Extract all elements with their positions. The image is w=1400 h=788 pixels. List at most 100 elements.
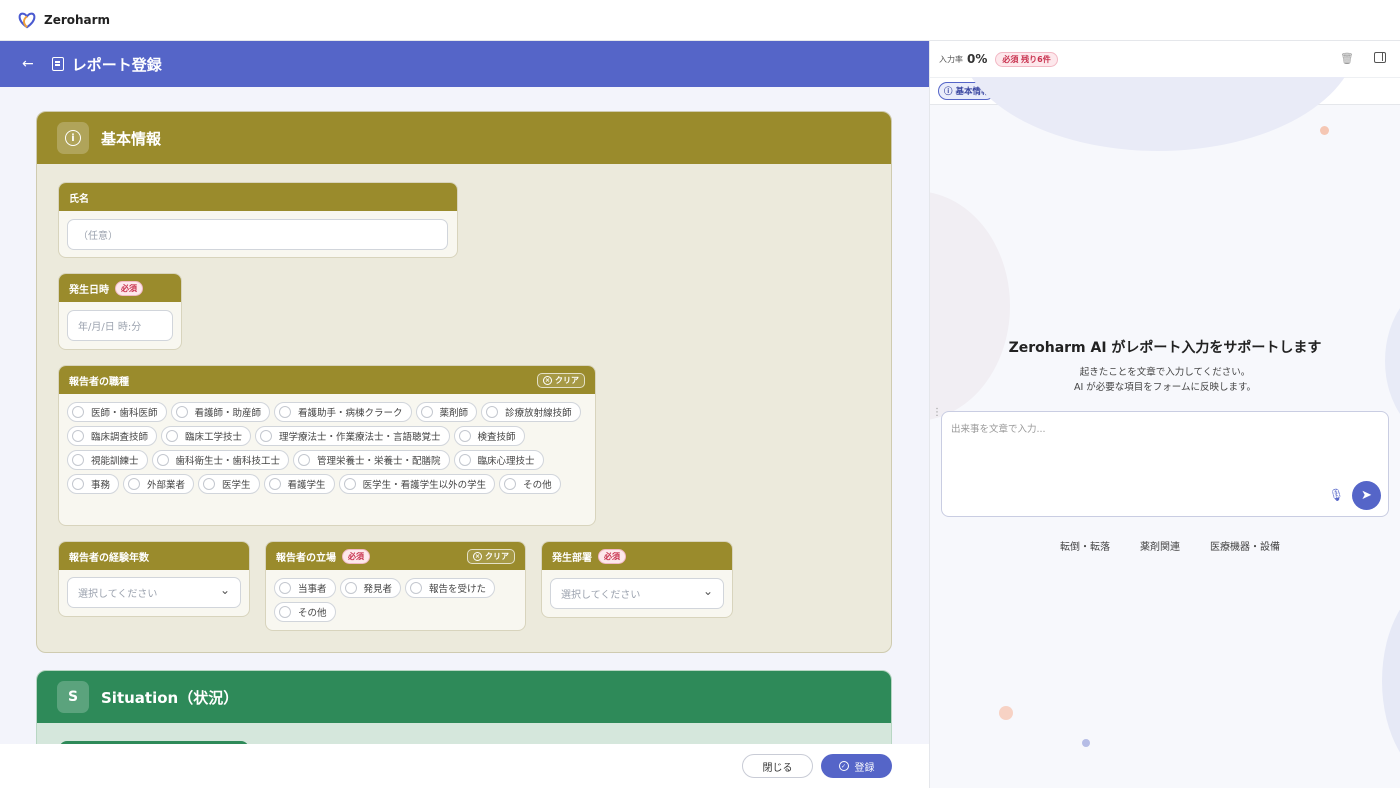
job-options: 医師・歯科医師 看護師・助産師 看護助手・病棟クラーク 薬剤師 診療放射線技師臨床調査技… <box>67 402 587 494</box>
job-option[interactable]: 臨床工学技士 <box>161 426 252 446</box>
job-option[interactable]: 管理栄養士・栄養士・配膳院 <box>293 450 450 470</box>
radio-icon <box>420 406 433 418</box>
assistant-headline: Zeroharm AI がレポート入力をサポートします <box>1008 340 1322 356</box>
required-badge: 必須 <box>342 548 370 564</box>
job-option[interactable]: 看護師・助産師 <box>170 402 271 422</box>
radio-icon <box>298 454 311 466</box>
incident-text-input[interactable]: 出来事を文章で入力... 🎙 ➤ <box>941 411 1389 517</box>
job-option[interactable]: 臨床心理技士 <box>453 450 544 470</box>
radio-icon <box>458 454 471 466</box>
job-option[interactable]: その他 <box>499 474 561 494</box>
radio-icon <box>486 406 499 418</box>
radio-icon <box>279 606 291 618</box>
bg-dot <box>999 706 1013 720</box>
required-badge: 必須 <box>598 548 626 564</box>
section-basic-title: 基本情報 <box>101 129 162 148</box>
section-basic-header[interactable]: i 基本情報 <box>37 112 891 164</box>
experience-select[interactable]: 選択してください <box>67 577 241 608</box>
radio-icon <box>72 406 84 418</box>
send-button[interactable]: ➤ <box>1352 481 1381 510</box>
radio-icon <box>260 430 273 442</box>
position-options: 当事者 発見者 報告を受けたその他 <box>274 578 517 622</box>
position-option[interactable]: 当事者 <box>274 578 336 598</box>
report-form-pane: ← レポート登録 i 基本情報 氏名 （任意） 発生日時 必須 年/月/日 時:… <box>0 41 929 788</box>
position-clear-button[interactable]: × クリア <box>467 549 515 564</box>
radio-icon <box>203 478 216 490</box>
clipboard-icon <box>51 57 64 71</box>
ai-assistant-pane: 入力率 0% 必須 残り6件 🗑 ⓘ 基本情報›S 状況›B 背景›A 評価›R… <box>929 41 1400 788</box>
radio-icon <box>268 478 281 490</box>
datetime-input[interactable]: 年/月/日 時:分 <box>67 310 173 341</box>
field-job-label: 報告者の職種 × クリア <box>59 366 595 394</box>
department-select[interactable]: 選択してください <box>550 578 724 609</box>
progress-label: 入力率 <box>939 54 963 64</box>
suggestion-chips: 転倒・転落 薬剤関連 医療機器・設備 <box>930 538 1400 553</box>
app-name: Zeroharm <box>44 13 111 27</box>
job-option[interactable]: 外部業者 <box>123 474 195 494</box>
field-experience-label: 報告者の経験年数 <box>59 542 249 570</box>
radio-icon <box>128 478 141 490</box>
radio-icon <box>72 454 84 466</box>
job-clear-button[interactable]: × クリア <box>537 373 585 388</box>
assistant-subtitle-2: AI が必要な項目をフォームに反映します。 <box>1073 382 1257 393</box>
job-option[interactable]: 検査技師 <box>453 426 525 446</box>
assistant-subtitle-1: 起きたことを文章で入力してください。 <box>1079 367 1251 378</box>
bg-dot <box>1082 739 1090 747</box>
field-name-label: 氏名 <box>59 183 457 211</box>
job-option[interactable]: 歯科衛生士・歯科技工士 <box>151 450 290 470</box>
radio-icon <box>344 582 357 594</box>
radio-icon <box>72 430 84 442</box>
job-option[interactable]: 理学療法士・作業療法士・言語聴覚士 <box>255 426 450 446</box>
job-option[interactable]: 視能訓練士 <box>67 450 148 470</box>
name-input[interactable]: （任意） <box>67 219 448 250</box>
clear-icon: × <box>473 552 482 561</box>
suggestion-chip[interactable]: 医療機器・設備 <box>1210 538 1280 553</box>
zeroharm-logo-icon <box>18 12 36 29</box>
position-option[interactable]: 発見者 <box>339 578 402 598</box>
page-header: ← レポート登録 <box>0 41 929 87</box>
position-option[interactable]: その他 <box>274 602 336 622</box>
field-datetime: 発生日時 必須 年/月/日 時:分 <box>58 273 182 350</box>
job-option[interactable]: 看護学生 <box>263 474 335 494</box>
panel-toggle-icon[interactable] <box>1374 52 1386 63</box>
field-job-type: 報告者の職種 × クリア 医師・歯科医師 看護師・助産師 看護助手・病棟クラーク 薬剤師… <box>58 365 596 526</box>
field-experience: 報告者の経験年数 選択してください <box>58 541 250 617</box>
job-option[interactable]: 事務 <box>67 474 120 494</box>
job-option[interactable]: 医学生・看護学生以外の学生 <box>338 474 496 494</box>
situation-letter-icon: S <box>57 681 89 713</box>
remaining-required-badge: 必須 残り6件 <box>995 51 1058 67</box>
field-department-label: 発生部署 必須 <box>542 542 732 570</box>
section-situation-title: Situation（状況） <box>101 688 239 707</box>
progress-value: 0% <box>967 52 988 66</box>
job-option[interactable]: 看護助手・病棟クラーク <box>274 402 412 422</box>
radio-icon <box>72 478 84 490</box>
submit-button[interactable]: ✓ 登録 <box>821 754 892 778</box>
form-footer: 閉じる ✓ 登録 <box>0 744 929 788</box>
info-icon: i <box>57 122 89 154</box>
radio-icon <box>166 430 179 442</box>
job-option[interactable]: 薬剤師 <box>415 402 478 422</box>
back-arrow-icon[interactable]: ← <box>22 56 34 72</box>
required-badge: 必須 <box>115 280 143 296</box>
trash-icon[interactable]: 🗑 <box>1340 52 1354 65</box>
bg-blob <box>1382 581 1400 781</box>
microphone-icon[interactable]: 🎙 <box>1329 488 1344 502</box>
job-option[interactable]: 診療放射線技師 <box>481 402 581 422</box>
section-situation-header[interactable]: S Situation（状況） <box>37 671 891 723</box>
suggestion-chip[interactable]: 薬剤関連 <box>1140 538 1180 553</box>
incident-input-placeholder: 出来事を文章で入力... <box>951 424 1046 435</box>
bg-dot <box>1320 126 1329 135</box>
field-department: 発生部署 必須 選択してください <box>541 541 733 618</box>
job-option[interactable]: 医学生 <box>198 474 260 494</box>
field-position-label: 報告者の立場 必須 × クリア <box>266 542 525 570</box>
suggestion-chip[interactable]: 転倒・転落 <box>1060 538 1110 553</box>
assistant-status-bar: 入力率 0% 必須 残り6件 🗑 <box>930 41 1400 77</box>
job-option[interactable]: 臨床調査技師 <box>67 426 158 446</box>
radio-icon <box>279 406 292 418</box>
app-topbar: Zeroharm <box>0 0 1400 41</box>
close-button[interactable]: 閉じる <box>742 754 813 778</box>
clear-icon: × <box>543 376 552 385</box>
check-circle-icon: ✓ <box>838 761 849 771</box>
job-option[interactable]: 医師・歯科医師 <box>67 402 167 422</box>
position-option[interactable]: 報告を受けた <box>405 578 496 598</box>
